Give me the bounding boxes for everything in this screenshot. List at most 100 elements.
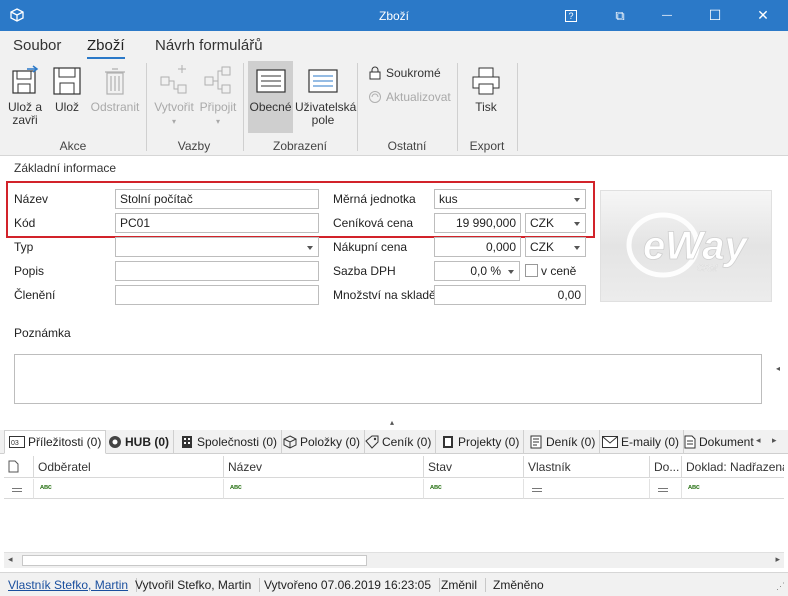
status-changed-by: Změnil (441, 578, 487, 592)
related-tabs-bar: 03 Příležitosti (0) HUB (0) Společnosti … (0, 430, 788, 454)
group-actions-label: Akce (59, 139, 87, 153)
unit-dropdown[interactable]: kus (434, 189, 586, 209)
note-label: Poznámka (14, 326, 71, 340)
menu-bar: Soubor Zboží Návrh formulářů (0, 31, 788, 59)
delete-button[interactable]: Odstranit (90, 65, 140, 114)
grid-filter-cell[interactable]: ᴀʙc (224, 479, 424, 499)
menu-tab-form-design[interactable]: Návrh formulářů (155, 37, 263, 54)
save-button[interactable]: Ulož (50, 65, 84, 114)
menu-tab-file[interactable]: Soubor (13, 37, 61, 54)
description-field[interactable] (115, 261, 319, 281)
vat-rate-label: Sazba DPH (333, 264, 396, 278)
minimize-button[interactable]: — (644, 0, 690, 31)
description-label: Popis (14, 264, 45, 278)
type-dropdown[interactable] (115, 237, 319, 257)
group-other-label: Ostatní (387, 139, 427, 153)
vat-rate-dropdown[interactable]: 0,0 % (434, 261, 520, 281)
code-field[interactable]: PC01 (115, 213, 319, 233)
filter-text-icon: ᴀʙc (40, 484, 52, 491)
grid-filter-cell[interactable]: ᴀʙc (682, 479, 784, 499)
tab-projects[interactable]: Projekty (0) (437, 430, 525, 454)
tab-journal[interactable]: Deník (0) (525, 430, 601, 454)
delete-label: Odstranit (90, 100, 140, 114)
view-custom-fields-button[interactable]: Uživatelská pole (295, 65, 356, 127)
tab-companies[interactable]: Společnosti (0) (176, 430, 283, 454)
grid-filter-cell[interactable]: ᴀʙc (424, 479, 524, 499)
print-button[interactable]: Tisk (466, 65, 506, 114)
vat-included-checkbox[interactable] (525, 264, 538, 277)
status-changed-at: Změněno (493, 578, 544, 592)
custom-fields-label-2: pole (311, 113, 335, 127)
maximize-button[interactable]: ☐ (692, 0, 738, 31)
tab-emails[interactable]: E-maily (0) (598, 430, 685, 454)
status-owner-link[interactable]: Vlastník Stefko, Martin (8, 578, 138, 592)
grid-filter-cell[interactable] (524, 479, 650, 499)
svg-text:03: 03 (11, 440, 19, 447)
logo-text: eWay (643, 224, 749, 268)
close-button[interactable]: ✕ (740, 0, 786, 31)
attach-button[interactable]: Připojit ▾ (198, 65, 238, 128)
grid-header-customer[interactable]: Odběratel (34, 456, 224, 478)
tab-opportunities[interactable]: 03 Příležitosti (0) (4, 430, 107, 454)
filter-text-icon: ᴀʙc (430, 484, 442, 491)
project-icon (443, 436, 453, 448)
tab-pricelist[interactable]: Ceník (0) (361, 430, 437, 454)
title-bar: Zboží ? ⧉ — ☐ ✕ (0, 0, 788, 31)
product-image[interactable]: eWay CRM (600, 190, 772, 302)
list-price-currency-dropdown[interactable]: CZK (525, 213, 586, 233)
scroll-left-icon[interactable]: ◂ (8, 554, 13, 565)
attach-link-icon (204, 66, 231, 94)
company-icon (182, 436, 192, 448)
note-textarea[interactable] (14, 354, 762, 404)
expand-right-icon[interactable]: ◂ (776, 364, 780, 373)
purchase-price-field[interactable]: 0,000 (434, 237, 521, 257)
restore-layout-button[interactable]: ⧉ (597, 0, 643, 31)
grid-filter-cell[interactable]: ᴀʙc (34, 479, 224, 499)
stock-field[interactable]: 0,00 (434, 285, 586, 305)
tabs-scroll-right-icon[interactable]: ▸ (772, 435, 777, 446)
grid-header-owner[interactable]: Vlastník (524, 456, 650, 478)
tabs-scroll-left-icon[interactable]: ◂ (756, 435, 761, 446)
resize-grip-icon[interactable]: ⋰ (776, 581, 785, 592)
status-bar: Vlastník Stefko, Martin Vytvořil Stefko,… (0, 572, 788, 596)
category-field[interactable] (115, 285, 319, 305)
grid-filter-cell[interactable] (650, 479, 682, 499)
name-field[interactable]: Stolní počítač (115, 189, 319, 209)
purchase-price-currency-dropdown[interactable]: CZK (525, 237, 586, 257)
tab-items[interactable]: Položky (0) (279, 430, 366, 454)
grid-header-icon-column[interactable] (4, 456, 34, 478)
grid-header-parent-document[interactable]: Doklad: Nadřazená p (682, 456, 784, 478)
menu-tab-product[interactable]: Zboží (87, 37, 125, 59)
refresh-icon (369, 91, 381, 103)
list-price-field[interactable]: 19 990,000 (434, 213, 521, 233)
grid-header-name[interactable]: Název (224, 456, 424, 478)
update-label: Aktualizovat (386, 90, 451, 104)
tab-journal-label: Deník (0) (546, 435, 596, 449)
scroll-right-icon[interactable]: ▸ (775, 554, 780, 565)
journal-icon (530, 435, 542, 449)
print-label: Tisk (475, 100, 497, 114)
items-icon (283, 435, 297, 449)
splitter-up-icon[interactable]: ▴ (390, 418, 394, 427)
grid-horizontal-scrollbar[interactable]: ◂ ▸ (4, 552, 784, 568)
create-button[interactable]: Vytvořit ▾ (152, 65, 196, 128)
attach-label: Připojit (199, 100, 237, 114)
grid-header-status[interactable]: Stav (424, 456, 524, 478)
tab-opportunities-label: Příležitosti (0) (28, 435, 102, 449)
save-close-icon (12, 65, 39, 94)
tab-hub[interactable]: HUB (0) (104, 430, 174, 454)
help-button[interactable]: ? (548, 0, 594, 31)
document-icon (684, 435, 696, 449)
code-label: Kód (14, 216, 36, 230)
grid-header-due[interactable]: Do... (650, 456, 682, 478)
trash-icon (105, 68, 125, 95)
maximize-icon: ☐ (708, 7, 722, 23)
save-close-button[interactable]: Ulož a zavři (4, 65, 46, 127)
private-button[interactable]: Soukromé (368, 66, 441, 80)
scrollbar-thumb[interactable] (22, 555, 367, 566)
view-general-button[interactable]: Obecné (248, 61, 293, 133)
tab-documents[interactable]: Dokument (680, 430, 758, 454)
lock-icon (369, 66, 381, 80)
update-button[interactable]: Aktualizovat (368, 90, 451, 104)
grid-filter-cell[interactable] (4, 479, 34, 499)
